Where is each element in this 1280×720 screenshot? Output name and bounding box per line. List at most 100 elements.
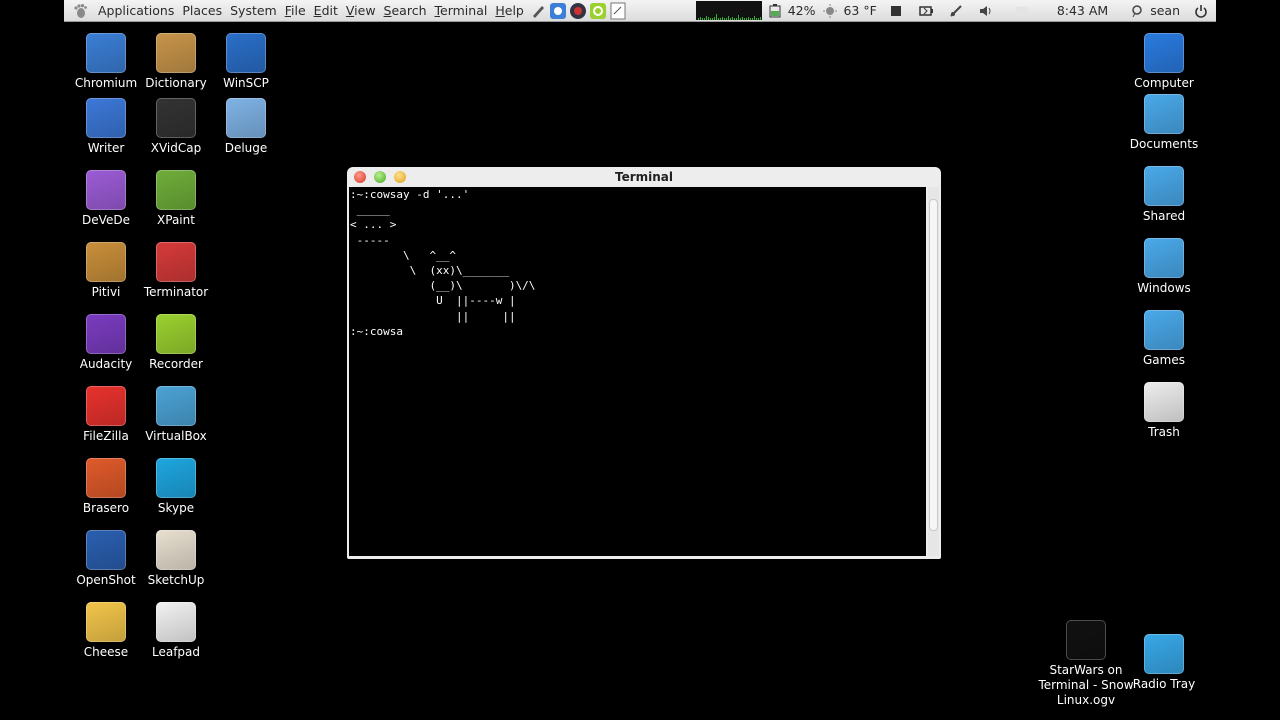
desktop-icon-label: VirtualBox bbox=[145, 429, 207, 443]
terminal-title: Terminal bbox=[614, 170, 674, 184]
menu-applications[interactable]: Applications bbox=[94, 3, 178, 18]
terminator-icon bbox=[156, 242, 196, 282]
volume-icon[interactable] bbox=[979, 4, 993, 18]
desktop-icon-label: Games bbox=[1143, 353, 1185, 367]
desktop-icon-label: Recorder bbox=[149, 357, 203, 371]
desktop-icon-sketchup[interactable]: SketchUp bbox=[134, 530, 218, 588]
maximize-button[interactable] bbox=[374, 171, 386, 183]
desktop-icon-label: Shared bbox=[1142, 209, 1186, 223]
desktop-icon-winscp[interactable]: WinSCP bbox=[204, 33, 288, 91]
pen-launcher-icon[interactable] bbox=[529, 2, 547, 20]
weather-icon[interactable] bbox=[823, 3, 838, 18]
close-button[interactable] bbox=[354, 171, 366, 183]
desktop-icon-label: WinSCP bbox=[223, 76, 269, 90]
recorder-icon bbox=[156, 314, 196, 354]
menu-edit[interactable]: Edit bbox=[310, 3, 342, 18]
stop-icon[interactable] bbox=[889, 4, 903, 18]
desktop-icon-label: Terminator bbox=[143, 285, 209, 299]
recorder-launcher-icon[interactable] bbox=[589, 2, 607, 20]
desktop-icon-label: Computer bbox=[1134, 76, 1194, 90]
pitivi-icon bbox=[86, 242, 126, 282]
terminal-window[interactable]: Terminal :~:cowsay -d '...' _____ < ... … bbox=[347, 167, 941, 559]
desktop-icon-recorder[interactable]: Recorder bbox=[134, 314, 218, 372]
documents-folder-icon bbox=[1144, 94, 1184, 134]
desktop-icon-virtualbox[interactable]: VirtualBox bbox=[134, 386, 218, 444]
desktop-icon-starwars-on-terminal-snow-linux-ogv[interactable]: StarWars on Terminal - Snow Linux.ogv bbox=[1036, 620, 1136, 708]
menu-file[interactable]: File bbox=[281, 3, 310, 18]
brasero-icon bbox=[86, 458, 126, 498]
menu-help[interactable]: Help bbox=[491, 3, 528, 18]
menu-terminal[interactable]: Terminal bbox=[431, 3, 492, 18]
top-panel: Applications Places System File Edit Vie… bbox=[64, 0, 1216, 22]
shutdown-icon[interactable] bbox=[1194, 4, 1208, 18]
menu-places[interactable]: Places bbox=[178, 3, 226, 18]
openshot-icon bbox=[86, 530, 126, 570]
desktop-icon-label: Trash bbox=[1148, 425, 1180, 439]
desktop-icon-label: Windows bbox=[1137, 281, 1191, 295]
desktop-icon-leafpad[interactable]: Leafpad bbox=[134, 602, 218, 660]
scrollbar-thumb[interactable] bbox=[929, 199, 938, 531]
audacity-icon bbox=[86, 314, 126, 354]
shared-folder-icon bbox=[1144, 166, 1184, 206]
computer-icon bbox=[1144, 33, 1184, 73]
devede-icon bbox=[86, 170, 126, 210]
desktop-icon-label: Radio Tray bbox=[1132, 677, 1196, 691]
deluge-icon bbox=[226, 98, 266, 138]
menu-search[interactable]: Search bbox=[380, 3, 431, 18]
menu-system[interactable]: System bbox=[226, 3, 281, 18]
menu-view[interactable]: View bbox=[342, 3, 380, 18]
notes-launcher-icon[interactable] bbox=[609, 2, 627, 20]
video-file-icon bbox=[1066, 620, 1106, 660]
clock[interactable]: 8:43 AM bbox=[1053, 3, 1112, 18]
filezilla-icon bbox=[86, 386, 126, 426]
network-icon[interactable] bbox=[949, 4, 963, 18]
desktop-icon-deluge[interactable]: Deluge bbox=[204, 98, 288, 156]
desktop-icon-skype[interactable]: Skype bbox=[134, 458, 218, 516]
skype-icon bbox=[156, 458, 196, 498]
winscp-icon bbox=[226, 33, 266, 73]
sketchup-icon bbox=[156, 530, 196, 570]
dictionary-icon bbox=[156, 33, 196, 73]
desktop-icon-trash[interactable]: Trash bbox=[1122, 382, 1206, 440]
desktop-icon-documents[interactable]: Documents bbox=[1122, 94, 1206, 152]
desktop-icon-xpaint[interactable]: XPaint bbox=[134, 170, 218, 228]
cheese-icon bbox=[86, 602, 126, 642]
system-monitor-graph[interactable] bbox=[695, 1, 762, 20]
windows-folder-icon bbox=[1144, 238, 1184, 278]
minimize-button[interactable] bbox=[394, 171, 406, 183]
panel-tray: 42% 63 °F 8:43 AM sean bbox=[695, 0, 1216, 21]
terminal-titlebar[interactable]: Terminal bbox=[347, 167, 941, 187]
user-name[interactable]: sean bbox=[1146, 3, 1184, 18]
writer-icon bbox=[86, 98, 126, 138]
trash-icon bbox=[1144, 382, 1184, 422]
blank-tray-icon bbox=[1015, 6, 1028, 15]
battery-percent: 42% bbox=[787, 3, 816, 18]
terminal-scrollbar[interactable] bbox=[928, 187, 939, 556]
terminal-output[interactable]: :~:cowsay -d '...' _____ < ... > ----- \… bbox=[349, 187, 926, 556]
desktop-icon-terminator[interactable]: Terminator bbox=[134, 242, 218, 300]
xvidcap-icon bbox=[156, 98, 196, 138]
desktop-icon-computer[interactable]: Computer bbox=[1122, 33, 1206, 91]
desktop-icon-label: Leafpad bbox=[151, 645, 201, 659]
desktop-icon-label: Documents bbox=[1129, 137, 1199, 151]
desktop-icon-label: Skype bbox=[157, 501, 195, 515]
xpaint-icon bbox=[156, 170, 196, 210]
power-battery-icon[interactable] bbox=[919, 4, 933, 18]
desktop-icon-label: StarWars on Terminal - Snow Linux.ogv bbox=[1038, 663, 1134, 707]
chromium-launcher-icon[interactable] bbox=[549, 2, 567, 20]
gnome-foot-icon[interactable] bbox=[72, 3, 88, 19]
weather-temperature: 63 °F bbox=[843, 3, 877, 18]
desktop-icon-shared[interactable]: Shared bbox=[1122, 166, 1206, 224]
desktop-icon-games[interactable]: Games bbox=[1122, 310, 1206, 368]
desktop-icon-label: SketchUp bbox=[147, 573, 205, 587]
media-launcher-icon[interactable] bbox=[569, 2, 587, 20]
desktop-icon-radio-tray[interactable]: Radio Tray bbox=[1122, 634, 1206, 692]
desktop-icon-windows[interactable]: Windows bbox=[1122, 238, 1206, 296]
desktop-icon-label: Deluge bbox=[224, 141, 268, 155]
virtualbox-icon bbox=[156, 386, 196, 426]
user-status-icon[interactable] bbox=[1130, 4, 1144, 18]
desktop-icon-label: XPaint bbox=[157, 213, 195, 227]
games-folder-icon bbox=[1144, 310, 1184, 350]
radio-tray-icon bbox=[1144, 634, 1184, 674]
battery-icon[interactable] bbox=[768, 3, 782, 18]
